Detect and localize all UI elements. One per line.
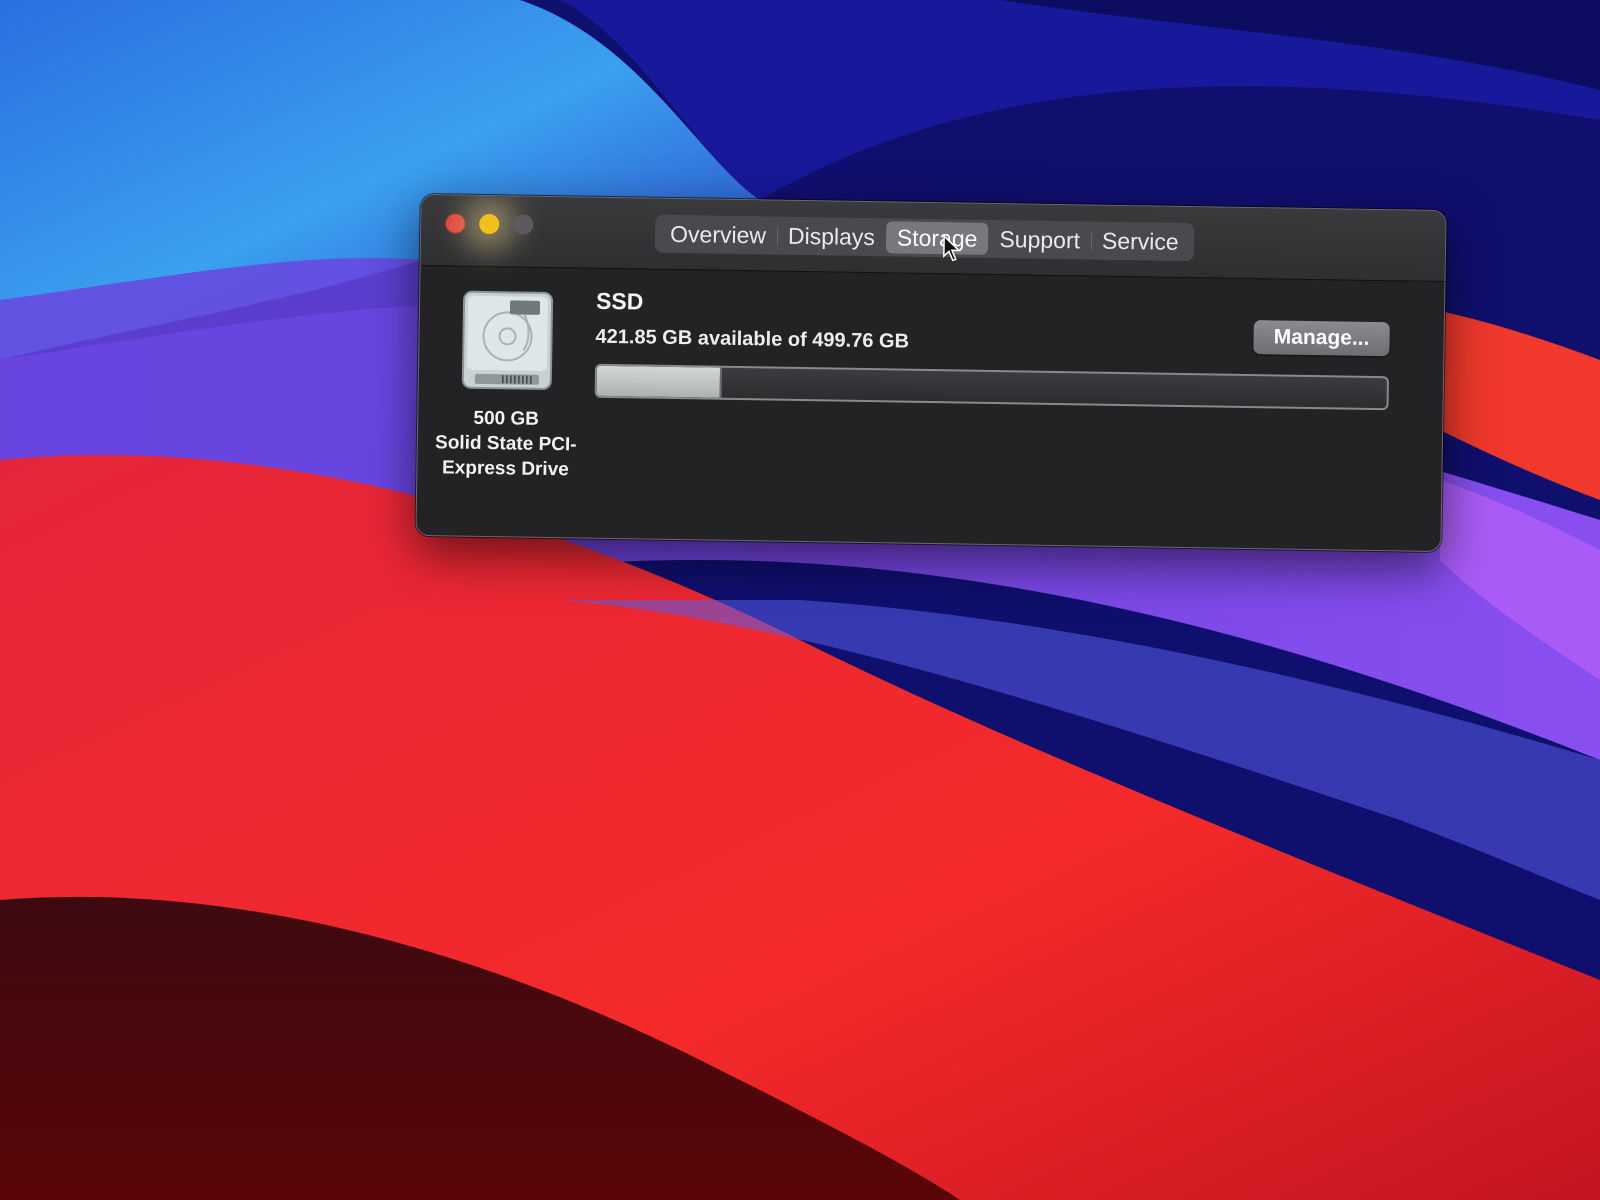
disk-description: 500 GB Solid State PCI- Express Drive [423,405,588,483]
internal-drive-icon [461,290,554,390]
tab-storage[interactable]: Storage [885,221,989,255]
title-bar: Overview Displays Storage Support Servic… [420,194,1446,283]
volume-name: SSD [595,287,644,315]
disk-type-line-1: Solid State PCI- [434,432,577,456]
about-this-mac-window: Overview Displays Storage Support Servic… [415,193,1447,553]
storage-used-segment [596,365,723,398]
disk-type-line-2: Express Drive [441,457,569,481]
desktop-wallpaper [0,0,1600,1200]
tab-displays[interactable]: Displays [777,220,886,254]
tab-bar: Overview Displays Storage Support Servic… [654,214,1194,262]
tab-overview[interactable]: Overview [659,218,777,252]
disk-size: 500 GB [473,407,540,430]
close-button[interactable] [445,213,466,234]
volume-availability: 421.85 GB available of 499.76 GB [595,325,910,353]
mouse-pointer-icon [943,235,961,262]
minimize-button[interactable] [479,213,500,235]
zoom-button [513,214,534,235]
storage-usage-bar [594,363,1390,411]
tab-service[interactable]: Service [1091,224,1190,258]
manage-button[interactable]: Manage... [1253,320,1390,357]
tab-support[interactable]: Support [988,223,1091,257]
